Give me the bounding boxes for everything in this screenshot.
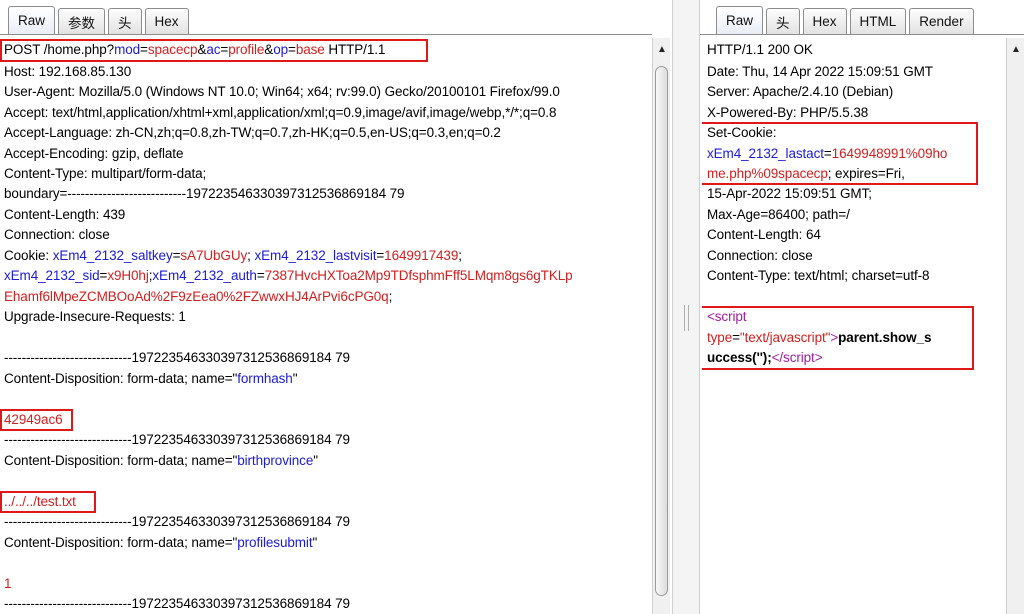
request-panel: Raw 参数 头 Hex POST /home.php?mod=spacecp&…	[0, 0, 672, 614]
response-tab-html[interactable]: HTML	[849, 8, 907, 34]
response-scrollbar[interactable]: ▲	[1006, 38, 1024, 614]
request-tab-raw[interactable]: Raw	[8, 6, 56, 34]
scroll-up-icon[interactable]: ▲	[1007, 40, 1024, 58]
set-cookie-value-1: xEm4_2132_lastact=1649948991%09ho	[707, 146, 948, 161]
scroll-up-icon[interactable]: ▲	[653, 40, 671, 58]
response-tab-headers[interactable]: 头	[766, 8, 800, 34]
header-content-length: Content-Length: 439	[4, 207, 126, 222]
set-cookie-value-2: me.php%09spacecp; expires=Fri,	[707, 166, 905, 181]
response-tabbar: Raw 头 Hex HTML Render	[716, 6, 977, 34]
formhash-value: 42949ac6	[4, 412, 63, 427]
header-cookie: Cookie: xEm4_2132_saltkey=sA7UbGUy; xEm4…	[4, 248, 462, 263]
request-editor[interactable]: POST /home.php?mod=spacecp&ac=profile&op…	[0, 35, 650, 614]
header-upgrade: Upgrade-Insecure-Requests: 1	[4, 309, 186, 324]
header-accept-encoding: Accept-Encoding: gzip, deflate	[4, 146, 184, 161]
request-tabbar: Raw 参数 头 Hex	[8, 6, 192, 34]
profilesubmit-value: 1	[4, 576, 12, 591]
header-user-agent: User-Agent: Mozilla/5.0 (Windows NT 10.0…	[4, 84, 560, 99]
split-divider[interactable]	[672, 0, 700, 614]
header-date: Date: Thu, 14 Apr 2022 15:09:51 GMT	[707, 64, 933, 79]
set-cookie-maxage: Max-Age=86400; path=/	[707, 207, 850, 222]
birthprovince-value: ../../../test.txt	[4, 494, 76, 509]
script-line-1: <script	[707, 309, 747, 324]
request-tab-headers[interactable]: 头	[108, 8, 142, 34]
content-disposition-formhash: Content-Disposition: form-data; name="fo…	[4, 371, 298, 386]
header-set-cookie: Set-Cookie:	[707, 125, 777, 140]
content-disposition-birthprovince: Content-Disposition: form-data; name="bi…	[4, 453, 318, 468]
request-scrollbar[interactable]: ▲	[652, 38, 670, 614]
header-accept: Accept: text/html,application/xhtml+xml,…	[4, 105, 557, 120]
boundary-line: -----------------------------19722354633…	[4, 596, 350, 611]
request-tab-hex[interactable]: Hex	[144, 8, 189, 34]
header-powered-by: X-Powered-By: PHP/5.5.38	[707, 105, 869, 120]
header-server: Server: Apache/2.4.10 (Debian)	[707, 84, 894, 99]
header-connection: Connection: close	[707, 248, 813, 263]
boundary-line: -----------------------------19722354633…	[4, 350, 350, 365]
header-content-type: Content-Type: text/html; charset=utf-8	[707, 268, 930, 283]
header-host: Host: 192.168.85.130	[4, 64, 132, 79]
header-boundary: boundary=---------------------------1972…	[4, 186, 405, 201]
request-line: POST /home.php?mod=spacecp&ac=profile&op…	[4, 42, 386, 57]
response-tab-render[interactable]: Render	[909, 8, 974, 34]
header-cookie-cont-1: xEm4_2132_sid=x9H0hj;xEm4_2132_auth=7387…	[4, 268, 573, 283]
script-line-2: type="text/javascript">parent.show_s	[707, 330, 932, 345]
content-disposition-profilesubmit: Content-Disposition: form-data; name="pr…	[4, 535, 318, 550]
status-line: HTTP/1.1 200 OK	[707, 42, 813, 57]
header-connection: Connection: close	[4, 227, 110, 242]
header-content-type: Content-Type: multipart/form-data;	[4, 166, 207, 181]
response-panel: Raw 头 Hex HTML Render HTTP/1.1 200 OK Da…	[700, 0, 1024, 614]
header-cookie-cont-2: Ehamf6lMpeZCMBOoAd%2F9zEea0%2FZwwxHJ4ArP…	[4, 289, 393, 304]
drag-handle-icon[interactable]	[684, 305, 689, 331]
boundary-line: -----------------------------19722354633…	[4, 432, 350, 447]
response-tab-hex[interactable]: Hex	[802, 8, 847, 34]
response-tab-raw[interactable]: Raw	[716, 6, 764, 34]
set-cookie-date: 15-Apr-2022 15:09:51 GMT;	[707, 186, 872, 201]
scroll-thumb[interactable]	[655, 66, 668, 596]
response-editor[interactable]: HTTP/1.1 200 OK Date: Thu, 14 Apr 2022 1…	[702, 35, 1004, 614]
script-line-3: uccess('');</script>	[707, 350, 823, 365]
header-accept-language: Accept-Language: zh-CN,zh;q=0.8,zh-TW;q=…	[4, 125, 501, 140]
request-tab-params[interactable]: 参数	[58, 8, 106, 34]
header-content-length: Content-Length: 64	[707, 227, 821, 242]
boundary-line: -----------------------------19722354633…	[4, 514, 350, 529]
